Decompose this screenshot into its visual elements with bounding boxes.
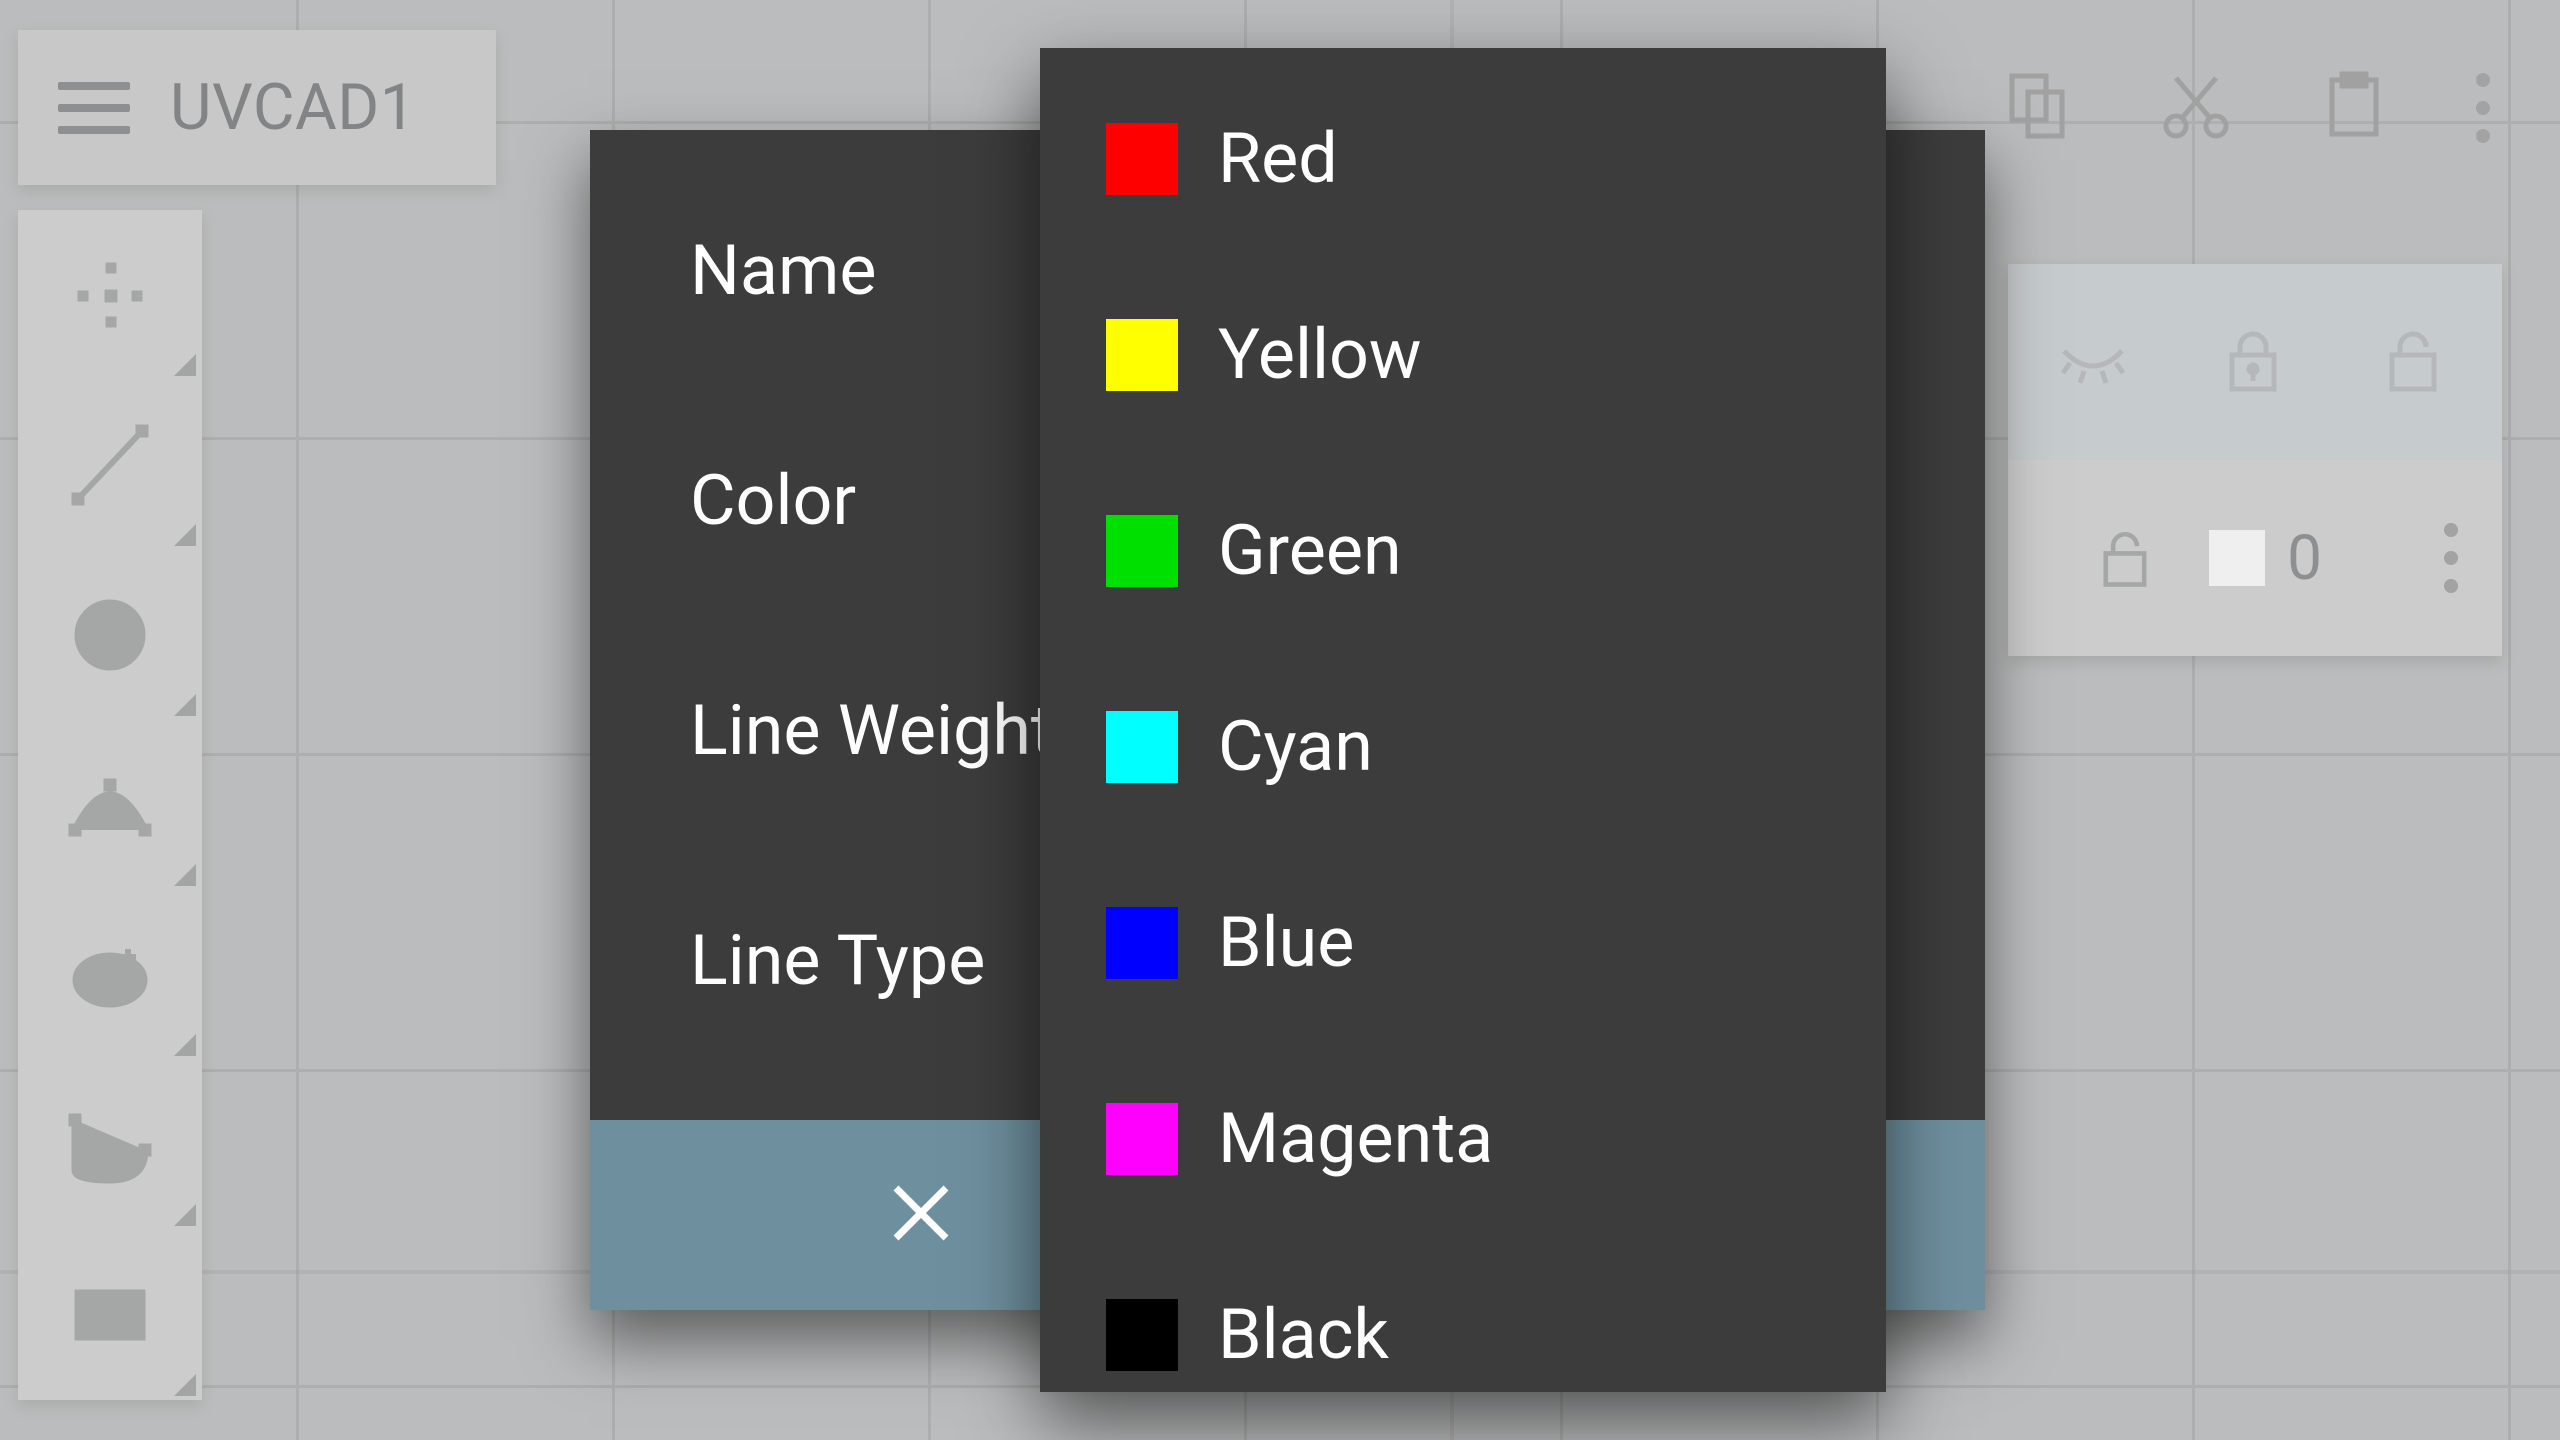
color-option-label: Black	[1218, 1294, 1389, 1376]
color-option-label: Yellow	[1218, 314, 1422, 396]
swatch-icon	[1106, 711, 1178, 783]
color-option-label: Magenta	[1218, 1098, 1493, 1180]
swatch-icon	[1106, 515, 1178, 587]
swatch-icon	[1106, 319, 1178, 391]
color-option-label: Red	[1218, 118, 1338, 200]
color-option-label: Green	[1218, 510, 1402, 592]
color-option-magenta[interactable]: Magenta	[1106, 1098, 1886, 1180]
swatch-icon	[1106, 123, 1178, 195]
color-option-red[interactable]: Red	[1106, 118, 1886, 200]
swatch-icon	[1106, 1299, 1178, 1371]
color-option-black[interactable]: Black	[1106, 1294, 1886, 1376]
close-icon[interactable]	[890, 1182, 952, 1248]
color-option-blue[interactable]: Blue	[1106, 902, 1886, 984]
color-option-cyan[interactable]: Cyan	[1106, 706, 1886, 788]
color-option-label: Cyan	[1218, 706, 1373, 788]
swatch-icon	[1106, 907, 1178, 979]
color-dropdown: Red Yellow Green Cyan Blue Magenta Black	[1040, 48, 1886, 1392]
color-option-green[interactable]: Green	[1106, 510, 1886, 592]
color-option-yellow[interactable]: Yellow	[1106, 314, 1886, 396]
swatch-icon	[1106, 1103, 1178, 1175]
color-option-label: Blue	[1218, 902, 1354, 984]
